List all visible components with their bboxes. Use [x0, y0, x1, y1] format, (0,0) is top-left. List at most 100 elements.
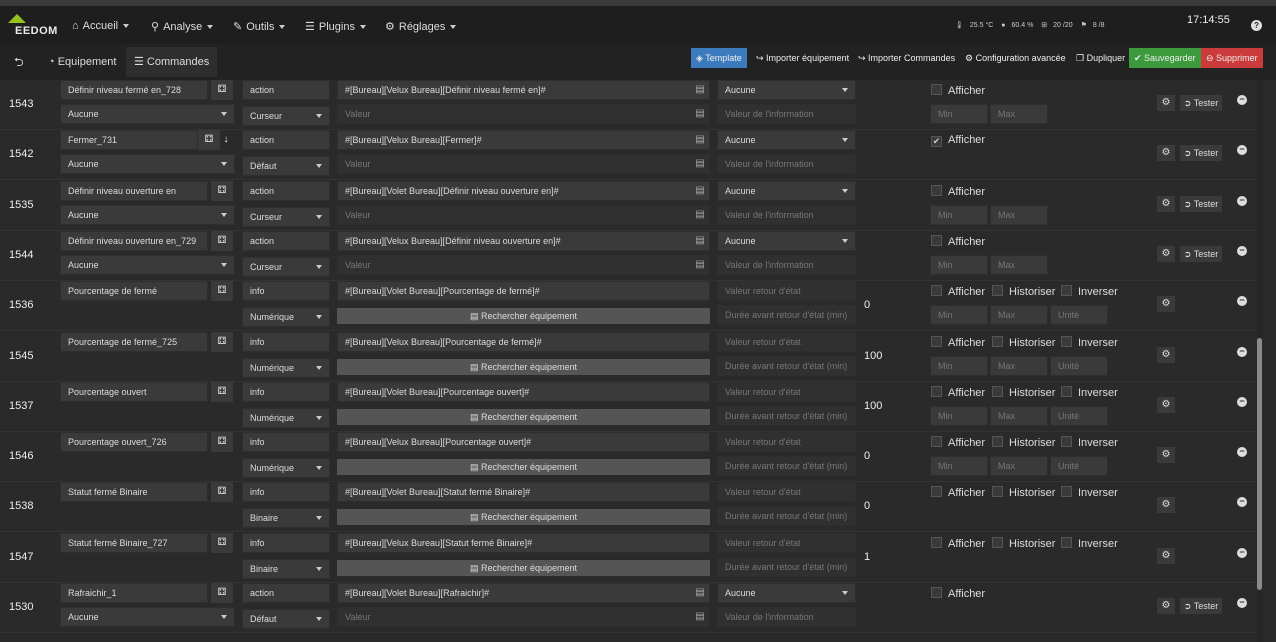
historiser-checkbox[interactable]: Historiser — [992, 385, 1055, 399]
configure-cmd-icon[interactable]: ⚃ — [211, 532, 233, 553]
tester-button[interactable]: ➲ Tester — [1180, 195, 1222, 212]
remove-command-icon[interactable]: − — [1237, 346, 1247, 357]
historiser-checkbox[interactable]: Historiser — [992, 486, 1055, 499]
jeedom-logo[interactable]: EEDOM — [6, 14, 60, 40]
tester-button[interactable]: ➲ Tester — [1180, 145, 1222, 162]
checkbox-box[interactable] — [1061, 285, 1072, 297]
configure-cmd-icon[interactable]: ⚃ — [211, 281, 233, 302]
checkbox-box[interactable] — [931, 285, 942, 297]
value-input[interactable]: Valeur — [337, 254, 710, 275]
checkbox-box[interactable] — [931, 84, 942, 95]
configure-cmd-icon[interactable]: ⚃ — [211, 331, 233, 352]
generic-type-select[interactable]: Aucune — [60, 154, 235, 175]
generic-type-select[interactable]: Aucune — [60, 104, 235, 124]
unit-input[interactable]: Unité — [1050, 456, 1108, 477]
max-input[interactable]: Max — [990, 405, 1048, 426]
value-select[interactable]: Aucune — [717, 130, 856, 151]
historiser-checkbox[interactable]: Historiser — [992, 335, 1055, 349]
list-icon[interactable]: ▤ — [693, 205, 707, 225]
configure-cmd-icon[interactable]: ⚃ — [211, 180, 233, 201]
delete-button[interactable]: ⊖ Supprimer — [1201, 48, 1263, 68]
inverser-checkbox[interactable]: Inverser — [1061, 385, 1118, 399]
remove-command-icon[interactable]: − — [1237, 598, 1247, 608]
unit-input[interactable]: Unité — [1050, 405, 1108, 426]
checkbox-box[interactable] — [931, 385, 942, 397]
afficher-checkbox[interactable]: ✔ Afficher — [931, 134, 985, 148]
list-icon[interactable]: ▤ — [693, 607, 707, 627]
value-select[interactable]: Aucune — [717, 230, 856, 251]
remove-command-icon[interactable]: − — [1237, 296, 1247, 307]
subtype-select[interactable]: Binaire — [242, 508, 330, 529]
afficher-checkbox[interactable]: Afficher — [931, 285, 985, 298]
checkbox-box[interactable] — [992, 385, 1003, 397]
logical-id-input[interactable]: #[Bureau][Velux Bureau][Définir niveau o… — [337, 230, 710, 251]
logical-id-input[interactable]: #[Bureau][Volet Bureau][Rafraichir]# — [337, 583, 710, 603]
duplicate-button[interactable]: ❐ Dupliquer — [1071, 48, 1131, 68]
search-equipment-button[interactable]: ▤ Rechercher équipement — [337, 308, 710, 325]
value-input[interactable]: Valeur — [337, 104, 710, 124]
tester-button[interactable]: ➲ Tester — [1180, 598, 1222, 614]
afficher-checkbox[interactable]: Afficher — [931, 335, 985, 349]
generic-type-select[interactable]: Aucune — [60, 204, 235, 225]
return-delay-input[interactable]: Durée avant retour d'état (min) — [717, 556, 856, 577]
afficher-checkbox[interactable]: Afficher — [931, 536, 985, 550]
subtype-select[interactable]: Numérique — [242, 458, 330, 479]
cogs-icon[interactable]: ⚙ — [1157, 547, 1175, 564]
command-name-input[interactable]: Pourcentage de fermé_725 — [60, 331, 208, 352]
return-state-input[interactable]: Valeur retour d'état — [717, 482, 856, 503]
subtype-select[interactable]: Numérique — [242, 357, 330, 378]
max-input[interactable]: Max — [990, 204, 1048, 225]
max-input[interactable]: Max — [990, 305, 1048, 326]
return-state-input[interactable]: Valeur retour d'état — [717, 432, 856, 453]
configure-cmd-icon[interactable]: ⚃ — [211, 230, 233, 251]
remove-command-icon[interactable]: − — [1237, 396, 1247, 407]
info-value-input[interactable]: Valeur de l'information — [717, 204, 856, 225]
checkbox-box[interactable] — [992, 436, 1003, 448]
search-equipment-button[interactable]: ▤ Rechercher équipement — [337, 559, 710, 576]
checkbox-box[interactable] — [931, 184, 942, 196]
info-value-input[interactable]: Valeur de l'information — [717, 104, 856, 124]
checkbox-box[interactable] — [992, 486, 1003, 498]
return-state-input[interactable]: Valeur retour d'état — [717, 331, 856, 352]
subtype-select[interactable]: Curseur — [242, 206, 330, 227]
checkbox-box[interactable] — [931, 436, 942, 448]
remove-command-icon[interactable]: − — [1237, 547, 1247, 558]
cogs-icon[interactable]: ⚙ — [1157, 346, 1175, 363]
min-input[interactable]: Min — [930, 254, 988, 275]
inverser-checkbox[interactable]: Inverser — [1061, 285, 1118, 298]
afficher-checkbox[interactable]: Afficher — [931, 436, 985, 449]
command-name-input[interactable]: Pourcentage ouvert_726 — [60, 432, 208, 453]
template-button[interactable]: ◈ Template — [691, 48, 747, 68]
subtype-select[interactable]: Numérique — [242, 407, 330, 428]
menu-outils[interactable]: ✎ Outils — [233, 20, 286, 33]
checkbox-box[interactable] — [931, 234, 942, 246]
subtype-select[interactable]: Défaut — [242, 156, 330, 177]
configure-cmd-icon[interactable]: ⚃ — [211, 583, 233, 603]
checkbox-box[interactable]: ✔ — [931, 136, 942, 148]
menu-analyse[interactable]: ⚲ Analyse — [151, 20, 214, 33]
min-input[interactable]: Min — [930, 355, 988, 376]
checkbox-box[interactable] — [992, 335, 1003, 347]
checkbox-box[interactable] — [1061, 335, 1072, 347]
checkbox-box[interactable] — [931, 335, 942, 347]
return-delay-input[interactable]: Durée avant retour d'état (min) — [717, 305, 856, 326]
logical-id-input[interactable]: #[Bureau][Velux Bureau][Pourcentage ouve… — [337, 432, 710, 453]
advanced-config-button[interactable]: ⚙ Configuration avancée — [960, 48, 1071, 68]
subtype-select[interactable]: Curseur — [242, 106, 330, 126]
remove-command-icon[interactable]: − — [1237, 145, 1247, 156]
help-icon[interactable]: ? — [1251, 20, 1262, 31]
afficher-checkbox[interactable]: Afficher — [931, 486, 985, 499]
afficher-checkbox[interactable]: Afficher — [931, 234, 985, 248]
max-input[interactable]: Max — [990, 104, 1048, 124]
search-equipment-button[interactable]: ▤ Rechercher équipement — [337, 509, 710, 526]
max-input[interactable]: Max — [990, 456, 1048, 477]
logical-id-input[interactable]: #[Bureau][Velux Bureau][Fermer]# — [337, 130, 710, 151]
tab-equipement[interactable]: ◔ Equipement — [40, 47, 124, 77]
subtype-select[interactable]: Numérique — [242, 307, 330, 328]
cogs-icon[interactable]: ⚙ — [1157, 95, 1175, 111]
import-commands-button[interactable]: ↪ Importer Commandes — [853, 48, 961, 68]
list-icon[interactable]: ▤ — [693, 255, 707, 275]
afficher-checkbox[interactable]: Afficher — [931, 184, 985, 198]
command-name-input[interactable]: Statut fermé Binaire_727 — [60, 532, 208, 553]
afficher-checkbox[interactable]: Afficher — [931, 84, 985, 97]
